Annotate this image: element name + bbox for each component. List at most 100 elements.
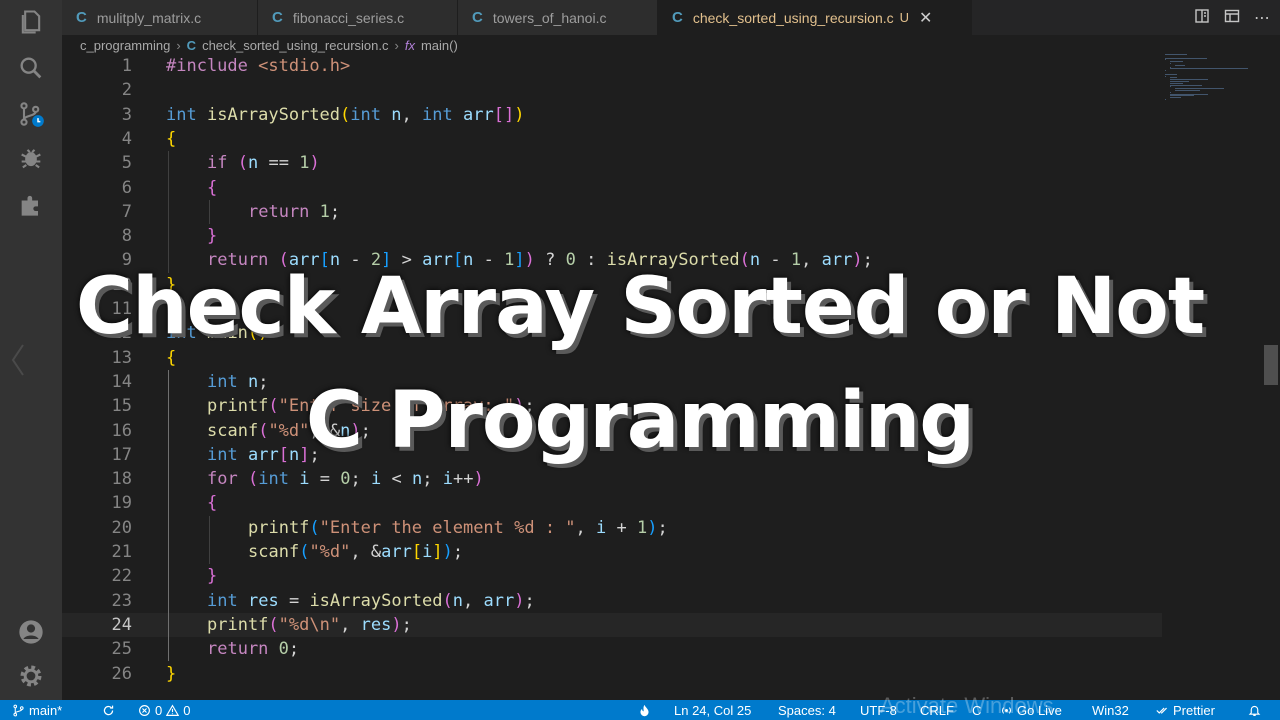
minimap-line — [1169, 97, 1181, 99]
line-number: 1 — [121, 56, 132, 76]
warning-icon — [166, 703, 180, 716]
code-text: scanf("%d", &arr[i]); — [248, 542, 464, 562]
branch-indicator[interactable]: main* — [12, 700, 62, 720]
tab-towers-of-hanoi[interactable]: C towers_of_hanoi.c — [458, 0, 658, 35]
more-actions-icon[interactable]: ⋯ — [1254, 8, 1270, 27]
line-number: 20 — [111, 517, 132, 538]
sync-icon[interactable] — [102, 700, 115, 720]
debug-icon[interactable] — [15, 142, 47, 174]
code-text: if (n == 1) — [207, 153, 320, 174]
code-line[interactable]: 20 printf("Enter the element %d : ", i +… — [62, 516, 1162, 540]
line-number: 7 — [121, 201, 132, 222]
cursor-position[interactable]: Ln 24, Col 25 — [674, 700, 751, 720]
editor-actions: ⋯ — [1194, 0, 1270, 35]
indent-guide — [208, 199, 210, 225]
breadcrumb: c_programming › C check_sorted_using_rec… — [80, 35, 458, 55]
overlay-subtitle: C Programming — [305, 376, 975, 466]
line-number: 5 — [121, 153, 132, 174]
minimap-line — [1169, 63, 1171, 64]
split-editor-icon[interactable] — [1224, 8, 1240, 28]
indentation[interactable]: Spaces: 4 — [778, 700, 836, 720]
line-number: 18 — [111, 469, 132, 490]
c-file-icon: C — [672, 9, 683, 26]
notifications-icon[interactable] — [1248, 700, 1261, 720]
c-file-icon: C — [472, 9, 483, 26]
indent-guide — [168, 151, 169, 273]
code-line[interactable]: 22 } — [62, 564, 1162, 588]
explorer-icon[interactable] — [15, 6, 47, 38]
minimap-line — [1165, 54, 1187, 55]
code-text: printf("%d\n", res); — [207, 614, 412, 635]
code-text: int res = isArraySorted(n, arr); — [207, 590, 535, 611]
code-line[interactable]: 6 { — [62, 176, 1162, 200]
code-line[interactable]: 25 return 0; — [62, 637, 1162, 661]
code-line[interactable]: 3 int isArraySorted(int n, int arr[]) — [62, 103, 1162, 127]
code-text: #include <stdio.h> — [166, 56, 351, 76]
line-number: 22 — [111, 566, 132, 587]
code-text: { — [207, 493, 218, 514]
line-number: 2 — [121, 80, 132, 101]
breadcrumb-file[interactable]: check_sorted_using_recursion.c — [202, 38, 388, 53]
settings-icon[interactable] — [15, 660, 47, 692]
extensions-icon[interactable] — [15, 188, 47, 220]
git-branch-icon — [13, 704, 24, 716]
code-line[interactable]: 2 — [62, 78, 1162, 102]
code-line[interactable]: 24 printf("%d\n", res); — [62, 612, 1162, 637]
line-number: 24 — [111, 614, 132, 635]
code-text: { — [166, 128, 177, 149]
minimap-line — [1169, 86, 1171, 88]
untracked-badge: U — [899, 10, 910, 25]
error-icon — [139, 704, 150, 716]
minimap[interactable] — [1165, 54, 1263, 104]
code-text: } — [166, 663, 177, 684]
tab-mulitply-matrix[interactable]: C mulitply_matrix.c — [62, 0, 258, 35]
c-file-icon: C — [272, 9, 283, 26]
minimap-line — [1169, 84, 1203, 86]
breadcrumb-folder[interactable]: c_programming — [80, 38, 170, 53]
code-line[interactable]: 18 for (int i = 0; i < n; i++) — [62, 467, 1162, 491]
code-line[interactable]: 4{ — [62, 127, 1162, 151]
minimap-line — [1165, 73, 1177, 75]
code-text: } — [207, 226, 218, 247]
minimap-line — [1165, 75, 1167, 77]
editor-tab-bar: C mulitply_matrix.c C fibonacci_series.c… — [62, 0, 1280, 35]
minimap-line — [1174, 90, 1200, 91]
code-line[interactable]: 21 scanf("%d", &arr[i]); — [62, 540, 1162, 564]
minimap-line — [1169, 61, 1183, 63]
tab-label: check_sorted_using_recursion.c — [692, 9, 894, 26]
code-line[interactable]: 5 if (n == 1) — [62, 151, 1162, 175]
minimap-line — [1165, 57, 1207, 59]
minimap-line — [1165, 59, 1167, 61]
flame-icon[interactable] — [638, 700, 651, 720]
open-preview-icon[interactable] — [1194, 8, 1210, 28]
status-bar: main* 0 0 Ln 24, Col 25 Spaces: 4 UTF-8 … — [0, 700, 1280, 720]
code-text: return 1; — [248, 201, 341, 222]
line-number: 19 — [111, 493, 132, 514]
code-line[interactable]: 7 return 1; — [62, 200, 1162, 224]
problems-indicator[interactable]: 0 0 — [138, 700, 190, 720]
platform[interactable]: Win32 — [1092, 700, 1129, 720]
code-text: printf("Enter the element %d : ", i + 1)… — [248, 517, 668, 538]
close-icon[interactable]: ✕ — [919, 8, 932, 28]
tab-label: mulitply_matrix.c — [96, 9, 202, 26]
code-line[interactable]: 8 } — [62, 224, 1162, 248]
prettier-button[interactable]: Prettier — [1156, 700, 1215, 720]
line-number: 3 — [121, 104, 132, 125]
tab-fibonacci-series[interactable]: C fibonacci_series.c — [258, 0, 458, 35]
breadcrumb-symbol[interactable]: main() — [421, 38, 458, 53]
line-number: 6 — [121, 177, 132, 198]
code-line[interactable]: 23 int res = isArraySorted(n, arr); — [62, 589, 1162, 613]
tab-check-sorted-using-recursion[interactable]: C check_sorted_using_recursion.c U ✕ — [658, 0, 972, 35]
warning-count: 0 — [183, 702, 191, 718]
search-icon[interactable] — [15, 52, 47, 84]
overlay-title: Check Array Sorted or Not — [75, 262, 1205, 352]
code-line[interactable]: 1 #include <stdio.h> — [62, 54, 1162, 78]
c-file-icon: C — [186, 37, 197, 53]
code-text: return 0; — [207, 639, 300, 660]
minimap-line — [1169, 68, 1248, 70]
source-control-icon[interactable] — [15, 98, 47, 130]
error-count: 0 — [155, 702, 163, 718]
code-line[interactable]: 26} — [62, 662, 1162, 686]
code-line[interactable]: 19 { — [62, 491, 1162, 515]
account-icon[interactable] — [15, 616, 47, 648]
